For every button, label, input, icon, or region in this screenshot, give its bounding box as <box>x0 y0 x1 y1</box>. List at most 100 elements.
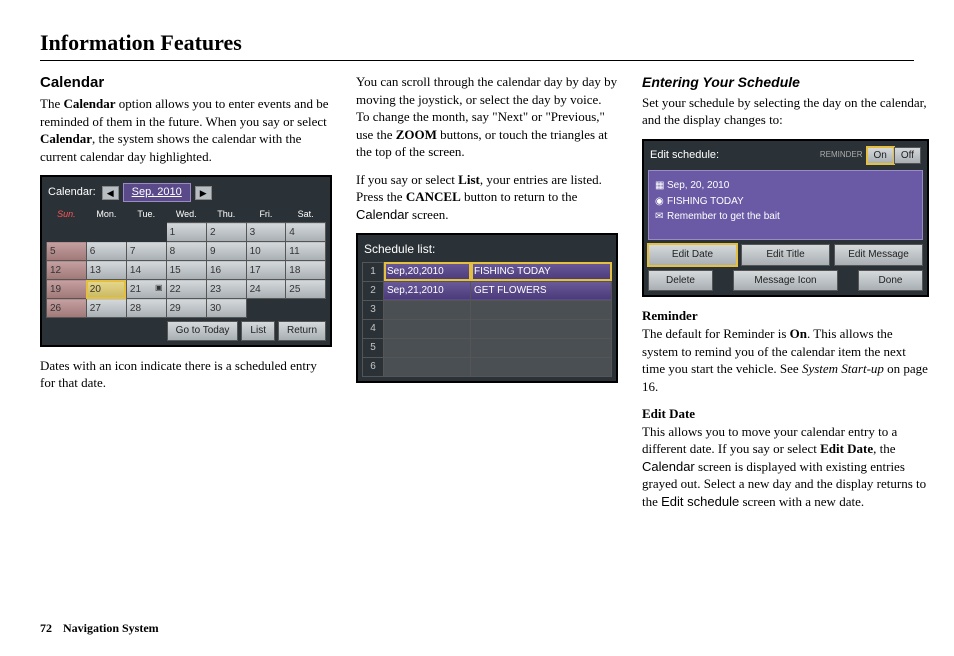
list-row-text <box>471 357 612 376</box>
txt-bold: Edit Date <box>820 441 873 456</box>
return-button[interactable]: Return <box>278 321 326 341</box>
cal-para-1: The Calendar option allows you to enter … <box>40 95 332 165</box>
list-row-text[interactable]: GET FLOWERS <box>471 281 612 300</box>
dow-tue: Tue. <box>126 206 166 223</box>
calendar-cell[interactable]: 27 <box>86 299 126 318</box>
calendar-cell[interactable]: 4 <box>286 223 326 242</box>
calendar-cell[interactable]: 7 <box>126 242 166 261</box>
calendar-cell <box>246 299 286 318</box>
calendar-cell[interactable]: 8 <box>166 242 206 261</box>
calendar-cell[interactable]: 26 <box>47 299 87 318</box>
txt: button to return to the <box>461 189 578 204</box>
calendar-cell[interactable]: 28 <box>126 299 166 318</box>
calendar-cell <box>126 223 166 242</box>
txt: If you say or select <box>356 172 458 187</box>
page-title: Information Features <box>40 30 914 61</box>
calendar-cell[interactable]: 13 <box>86 261 126 280</box>
calendar-cell[interactable]: 30 <box>206 299 246 318</box>
calendar-cell[interactable]: 10 <box>246 242 286 261</box>
calendar-cell <box>286 299 326 318</box>
calendar-cell <box>47 223 87 242</box>
txt-bold: ZOOM <box>396 127 437 142</box>
edit-date-para: This allows you to move your calendar en… <box>642 423 929 511</box>
list-button[interactable]: List <box>241 321 275 341</box>
list-row-date[interactable]: Sep,21,2010 <box>384 281 471 300</box>
dow-thu: Thu. <box>206 206 246 223</box>
calendar-cell[interactable]: 20 <box>86 280 126 299</box>
calendar-cell[interactable]: 22 <box>166 280 206 299</box>
calendar-month[interactable]: Sep, 2010 <box>123 183 191 202</box>
footer: 72 Navigation System <box>40 621 914 636</box>
list-row-date <box>384 338 471 357</box>
schedule-list-screenshot: Schedule list: 1Sep,20,2010FISHING TODAY… <box>356 233 618 382</box>
done-button[interactable]: Done <box>858 270 923 292</box>
schedule-list-table: 1Sep,20,2010FISHING TODAY2Sep,21,2010GET… <box>362 262 612 377</box>
txt: The default for Reminder is <box>642 326 790 341</box>
dow-fri: Fri. <box>246 206 286 223</box>
columns: Calendar The Calendar option allows you … <box>40 73 914 521</box>
column-2: You can scroll through the calendar day … <box>356 73 618 521</box>
calendar-cell[interactable]: 18 <box>286 261 326 280</box>
go-to-today-button[interactable]: Go to Today <box>167 321 239 341</box>
calendar-cell[interactable]: 11 <box>286 242 326 261</box>
txt-bold: List <box>458 172 480 187</box>
calendar-cell[interactable]: 19 <box>47 280 87 299</box>
edit-title-button[interactable]: Edit Title <box>741 244 830 266</box>
reminder-off-button[interactable]: Off <box>894 147 921 165</box>
calendar-cell[interactable]: 1 <box>166 223 206 242</box>
dow-wed: Wed. <box>166 206 206 223</box>
next-month-icon[interactable]: ▶ <box>195 186 212 200</box>
calendar-cell[interactable]: 14 <box>126 261 166 280</box>
scroll-para: You can scroll through the calendar day … <box>356 73 618 161</box>
txt-bold: Calendar <box>63 96 115 111</box>
list-row-date <box>384 319 471 338</box>
entering-schedule-heading: Entering Your Schedule <box>642 73 929 92</box>
calendar-grid: Sun. Mon. Tue. Wed. Thu. Fri. Sat. 12345… <box>46 206 326 318</box>
page-number: 72 <box>40 621 52 635</box>
schedule-list-title: Schedule list: <box>362 239 612 261</box>
list-row-number: 3 <box>363 300 384 319</box>
list-row-date <box>384 300 471 319</box>
spacer <box>717 270 729 292</box>
list-row-text[interactable]: FISHING TODAY <box>471 262 612 281</box>
prev-month-icon[interactable]: ◀ <box>102 186 119 200</box>
edit-message-button[interactable]: Edit Message <box>834 244 923 266</box>
list-row-date <box>384 357 471 376</box>
calendar-cell[interactable]: 29 <box>166 299 206 318</box>
calendar-cell[interactable]: 17 <box>246 261 286 280</box>
list-row-number: 1 <box>363 262 384 281</box>
delete-button[interactable]: Delete <box>648 270 713 292</box>
reminder-label: REMINDER <box>820 150 863 161</box>
calendar-cell[interactable]: 21▣ <box>126 280 166 299</box>
txt-bold: On <box>790 326 807 341</box>
calendar-cell[interactable]: 24 <box>246 280 286 299</box>
calendar-cell[interactable]: 23 <box>206 280 246 299</box>
calendar-cell[interactable]: 16 <box>206 261 246 280</box>
calendar-cell[interactable]: 12 <box>47 261 87 280</box>
edit-title-line: ◉FISHING TODAY <box>655 195 916 209</box>
dow-mon: Mon. <box>86 206 126 223</box>
list-row-date[interactable]: Sep,20,2010 <box>384 262 471 281</box>
list-row-number: 4 <box>363 319 384 338</box>
edit-date-button[interactable]: Edit Date <box>648 244 737 266</box>
reminder-subhead: Reminder <box>642 307 929 325</box>
calendar-cell[interactable]: 25 <box>286 280 326 299</box>
reminder-para: The default for Reminder is On. This all… <box>642 325 929 395</box>
txt-sans: Edit schedule <box>661 494 739 509</box>
calendar-cell[interactable]: 3 <box>246 223 286 242</box>
calendar-cell[interactable]: 6 <box>86 242 126 261</box>
entering-para: Set your schedule by selecting the day o… <box>642 94 929 129</box>
calendar-cell[interactable]: 2 <box>206 223 246 242</box>
calendar-cell[interactable]: 9 <box>206 242 246 261</box>
calendar-cell[interactable]: 5 <box>47 242 87 261</box>
calendar-heading: Calendar <box>40 73 332 93</box>
edit-header: Edit schedule: REMINDER On Off <box>648 145 923 167</box>
calendar-cell[interactable]: 15 <box>166 261 206 280</box>
calendar-cell <box>86 223 126 242</box>
reminder-on-button[interactable]: On <box>867 147 894 165</box>
dow-sun: Sun. <box>47 206 87 223</box>
cal-para-2: Dates with an icon indicate there is a s… <box>40 357 332 392</box>
entry-icon: ▣ <box>155 283 163 294</box>
txt: Sep, 20, 2010 <box>667 180 729 191</box>
message-icon-button[interactable]: Message Icon <box>733 270 838 292</box>
